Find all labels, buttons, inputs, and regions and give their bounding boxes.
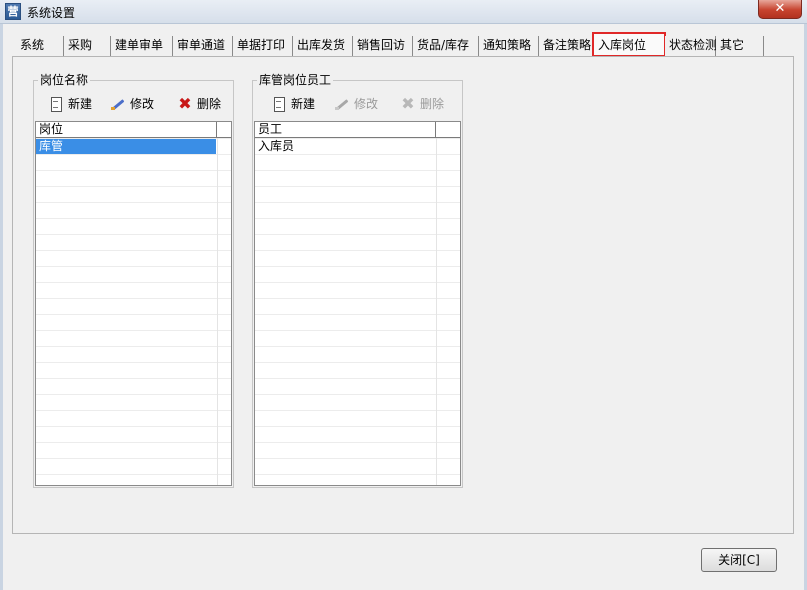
tab-order-review[interactable]: 建单审单 — [111, 36, 173, 56]
position-new-label: 新建 — [68, 97, 93, 111]
position-edit-label: 修改 — [130, 97, 155, 111]
tab-panel-inbound-post: 岗位名称 新建 修改 ✖ 删除 岗位 库管 库管岗位员工 新建 修改 ✖ 删除 … — [12, 56, 794, 534]
tab-status-check[interactable]: 状态检测 — [665, 36, 717, 56]
tab-other[interactable]: 其它 — [716, 36, 764, 56]
delete-x-icon: ✖ — [401, 94, 415, 113]
position-group-title: 岗位名称 — [38, 73, 91, 87]
employee-delete-label: 删除 — [420, 97, 445, 111]
tab-remark-policy[interactable]: 备注策略 — [539, 36, 593, 56]
tab-document-print[interactable]: 单据打印 — [233, 36, 293, 56]
position-column-header[interactable]: 岗位 — [36, 122, 217, 137]
tab-notify-policy[interactable]: 通知策略 — [479, 36, 539, 56]
position-grid-body: 库管 — [36, 138, 231, 485]
new-document-icon — [271, 96, 287, 112]
employee-group-title: 库管岗位员工 — [257, 73, 334, 87]
employee-edit-button[interactable]: 修改 — [334, 95, 378, 113]
position-group: 岗位名称 新建 修改 ✖ 删除 岗位 库管 — [33, 73, 234, 488]
tab-purchase[interactable]: 采购 — [64, 36, 111, 56]
tab-system[interactable]: 系统 — [16, 36, 64, 56]
grid-column-line — [436, 138, 437, 485]
new-document-icon — [48, 96, 64, 112]
employee-grid-header: 员工 — [255, 122, 460, 138]
tab-outbound-shipping[interactable]: 出库发货 — [293, 36, 353, 56]
pencil-edit-icon — [334, 96, 350, 112]
window-frame-left — [0, 24, 3, 590]
employee-new-button[interactable]: 新建 — [271, 95, 315, 113]
tab-bar: 系统 采购 建单审单 审单通道 单据打印 出库发货 销售回访 货品/库存 通知策… — [12, 32, 792, 57]
employee-delete-button[interactable]: ✖ 删除 — [400, 95, 444, 113]
position-row[interactable]: 库管 — [36, 139, 216, 154]
title-bar: 系统设置 ✕ — [0, 0, 807, 24]
app-icon — [5, 3, 21, 20]
employee-group: 库管岗位员工 新建 修改 ✖ 删除 员工 入库员 — [252, 73, 463, 488]
employee-column-header[interactable]: 员工 — [255, 122, 436, 137]
employee-edit-label: 修改 — [354, 97, 379, 111]
close-button[interactable]: 关闭[C] — [701, 548, 777, 572]
position-edit-button[interactable]: 修改 — [110, 95, 154, 113]
position-grid-header: 岗位 — [36, 122, 231, 138]
pencil-edit-icon — [110, 96, 126, 112]
window-title: 系统设置 — [27, 6, 76, 20]
position-grid[interactable]: 岗位 库管 — [35, 121, 232, 486]
employee-grid[interactable]: 员工 入库员 — [254, 121, 461, 486]
employee-row[interactable]: 入库员 — [255, 139, 435, 154]
employee-new-label: 新建 — [291, 97, 316, 111]
window-close-button[interactable]: ✕ — [758, 0, 802, 19]
position-delete-label: 删除 — [197, 97, 222, 111]
employee-grid-body: 入库员 — [255, 138, 460, 485]
position-delete-button[interactable]: ✖ 删除 — [177, 95, 221, 113]
delete-x-icon: ✖ — [178, 94, 192, 113]
tab-sales-followup[interactable]: 销售回访 — [353, 36, 413, 56]
tab-goods-inventory[interactable]: 货品/库存 — [413, 36, 479, 56]
tab-review-channel[interactable]: 审单通道 — [173, 36, 233, 56]
grid-column-line — [217, 138, 218, 485]
tab-inbound-post[interactable]: 入库岗位 — [592, 32, 666, 57]
position-new-button[interactable]: 新建 — [48, 95, 92, 113]
